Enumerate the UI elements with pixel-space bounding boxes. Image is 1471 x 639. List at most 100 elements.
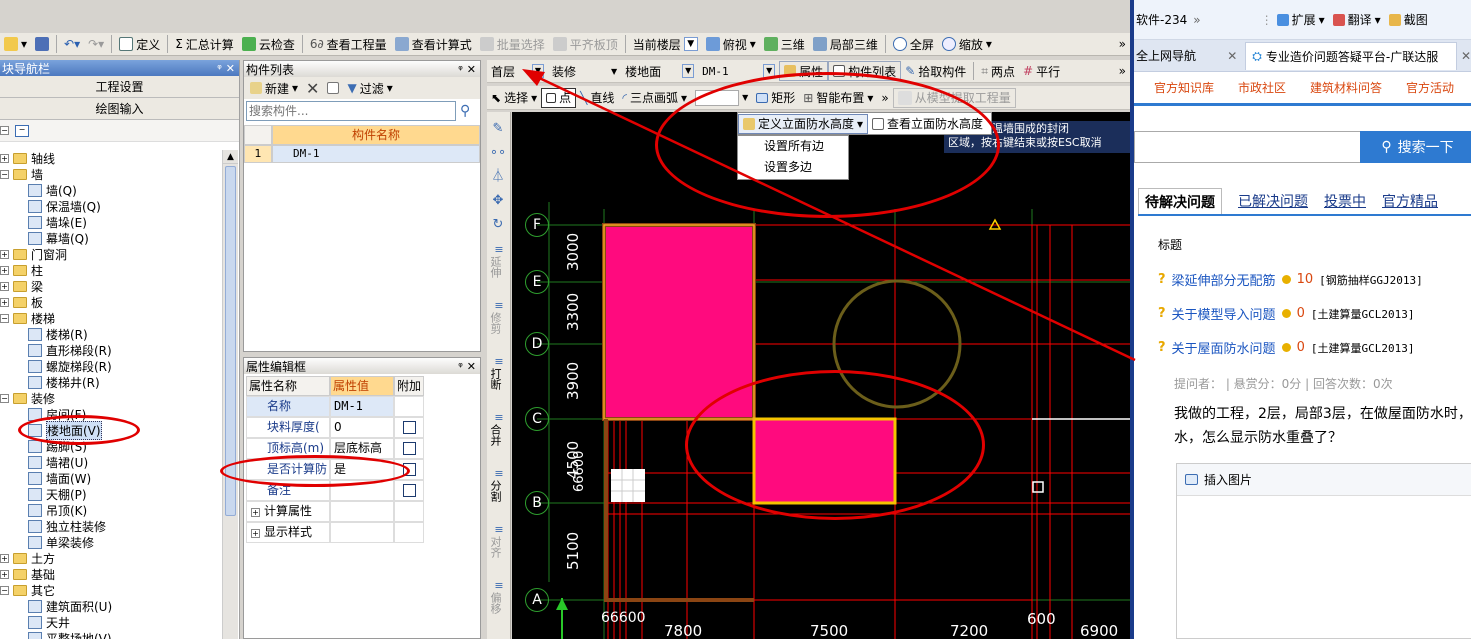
tree-leaf[interactable]: 墙垛(E) (28, 214, 87, 230)
side-tool-2[interactable]: ≡ 打断 (489, 356, 509, 391)
property-value[interactable]: 层底标高 (330, 438, 394, 459)
drawing-input-button[interactable]: 绘图输入 (0, 98, 239, 120)
shape-select[interactable]: ▼ (691, 88, 752, 108)
side-tool-0[interactable]: ≡ 延伸 (489, 244, 509, 279)
expand-all-icon[interactable]: − (0, 126, 9, 135)
tree-leaf[interactable]: 踢脚(S) (28, 438, 87, 454)
property-row[interactable]: 块料厚度(0 (246, 417, 428, 438)
property-row[interactable]: 名称 DM-1 (246, 396, 428, 417)
expand-icon[interactable]: + (251, 529, 260, 538)
side-tool-icon[interactable]: ↻ (487, 214, 509, 236)
tree-leaf[interactable]: 保温墙(Q) (28, 198, 101, 214)
screenshot-button[interactable]: 截图 (1385, 10, 1432, 30)
side-tool-icon[interactable]: ∘∘ (487, 142, 509, 164)
nav-link-0[interactable]: 官方知识库 (1154, 79, 1214, 96)
tree-folder[interactable]: − 墙 (0, 166, 43, 182)
close-icon[interactable]: ✕ (1461, 49, 1471, 63)
checkbox[interactable] (402, 463, 416, 476)
tree-leaf[interactable]: 吊顶(K) (28, 502, 87, 518)
side-tool-3[interactable]: ≡ 合并 (489, 412, 509, 447)
drawing-canvas[interactable]: FEDCBA 3000 3300 3900 4500 5100 7800 7500 7200… (512, 112, 1130, 639)
smart-layout-button[interactable]: ⊞ 智能布置 ▾ (799, 88, 877, 108)
nav-scrollbar[interactable]: ▲ (222, 150, 238, 639)
property-row[interactable]: + 计算属性 (246, 501, 428, 522)
menu-item-set-multi-edges[interactable]: 设置多边 (738, 157, 848, 178)
property-value[interactable]: 0 (330, 417, 394, 438)
open-icon[interactable]: ▾ (0, 34, 31, 54)
type-select[interactable]: 楼地面 ▼ (621, 61, 698, 81)
filter-button[interactable]: ▼ 过滤 ▾ (343, 78, 396, 98)
question-row[interactable]: ? 关于屋面防水问题 0 [土建算量GCL2013] (1158, 338, 1414, 357)
tab-active[interactable]: ⛭ 专业造价问题答疑平台-广联达服 (1245, 41, 1457, 70)
property-row[interactable]: 备注 (246, 480, 428, 501)
browser-search-input[interactable] (1134, 131, 1364, 163)
tree-leaf[interactable]: 螺旋梯段(R) (28, 358, 112, 374)
tree-folder[interactable]: − 其它 (0, 582, 55, 598)
table-row[interactable]: 1 DM-1 (244, 145, 480, 163)
insert-image-button[interactable]: 插入图片 (1204, 471, 1252, 488)
side-tool-4[interactable]: ≡ 分割 (489, 468, 509, 503)
view-waterproof-button[interactable]: 查看立面防水高度 (868, 114, 987, 134)
tree-folder[interactable]: + 柱 (0, 262, 43, 278)
search-input[interactable] (246, 101, 456, 121)
cloud-check-button[interactable]: 云检查 (238, 34, 299, 54)
chevron-right-icon[interactable]: » (1193, 13, 1200, 27)
new-button[interactable]: 新建 ▾ (246, 78, 302, 98)
component-list-button[interactable]: 构件列表 (828, 61, 902, 81)
define-waterproof-button[interactable]: 定义立面防水高度 ▾ (738, 113, 869, 134)
3d-button[interactable]: 三维 (760, 34, 809, 54)
menu-item-set-all-edges[interactable]: 设置所有边 (738, 136, 848, 157)
extract-button[interactable]: 从模型提取工程量 (892, 87, 1016, 108)
side-tool-6[interactable]: ≡ 偏移 (489, 580, 509, 615)
tree-leaf[interactable]: 楼地面(V) (28, 420, 102, 440)
property-value[interactable]: DM-1 (330, 396, 394, 417)
redo-icon[interactable]: ↷▾ (84, 34, 108, 54)
tree-leaf[interactable]: 墙(Q) (28, 182, 77, 198)
pin-icon[interactable]: ᵠ (458, 360, 463, 373)
arc-button[interactable]: ◜ 三点画弧 ▾ (618, 88, 691, 108)
line-button[interactable]: ╲ 直线 (576, 88, 618, 108)
current-floor-select[interactable]: 当前楼层 ▼ (629, 34, 702, 54)
search-icon[interactable]: ⚲ (460, 103, 470, 119)
view-formula-button[interactable]: 查看计算式 (391, 34, 476, 54)
expand-icon[interactable]: + (0, 281, 9, 291)
property-value[interactable]: 是 (330, 459, 394, 480)
attributes-button[interactable]: 属性 (779, 61, 829, 81)
property-row[interactable]: 是否计算防是 (246, 459, 428, 480)
side-tool-5[interactable]: ≡ 对齐 (489, 524, 509, 559)
tab-voting[interactable]: 投票中 (1324, 191, 1366, 211)
tree-leaf[interactable]: 幕墙(Q) (28, 230, 89, 246)
select-button[interactable]: ⬉ 选择 ▾ (487, 88, 541, 108)
expand-icon[interactable]: + (251, 508, 260, 517)
tree-leaf[interactable]: 天井 (28, 614, 70, 630)
define-button[interactable]: 定义 (115, 34, 164, 54)
tree-folder[interactable]: + 土方 (0, 550, 55, 566)
tree-folder[interactable]: + 梁 (0, 278, 43, 294)
tree-folder[interactable]: + 基础 (0, 566, 55, 582)
tab-pending[interactable]: 待解决问题 (1138, 188, 1222, 214)
tree-leaf[interactable]: 平整场地(V) (28, 630, 112, 639)
pin-icon[interactable]: ᵠ (458, 63, 463, 76)
property-row[interactable]: 顶标高(m) 层底标高 (246, 438, 428, 459)
copy-icon[interactable] (323, 78, 343, 98)
tree-leaf[interactable]: 楼梯(R) (28, 326, 88, 342)
toolbar-overflow-icon[interactable]: » (877, 88, 892, 108)
cad-drawing[interactable] (512, 112, 1130, 639)
side-tool-1[interactable]: ≡ 修剪 (489, 300, 509, 335)
side-tool-icon[interactable]: ⏃ (487, 166, 509, 188)
property-row[interactable]: + 显示样式 (246, 522, 428, 543)
close-icon[interactable]: ✕ (467, 360, 476, 373)
collapse-icon[interactable]: − (0, 393, 9, 403)
question-row[interactable]: ? 关于模型导入问题 0 [土建算量GCL2013] (1158, 304, 1414, 323)
component-select[interactable]: DM-1 ▼ (698, 61, 779, 81)
question-row[interactable]: ? 梁延伸部分无配筋 10 [钢筋抽样GGJ2013] (1158, 270, 1423, 289)
tree-leaf[interactable]: 墙裙(U) (28, 454, 88, 470)
expand-icon[interactable]: + (0, 249, 9, 259)
partial-3d-button[interactable]: 局部三维 (809, 34, 882, 54)
point-button[interactable]: 点 (541, 87, 577, 108)
property-value[interactable] (330, 480, 394, 501)
collapse-all-icon[interactable]: − (15, 124, 29, 137)
tree-leaf[interactable]: 楼梯井(R) (28, 374, 100, 390)
question-title[interactable]: 梁延伸部分无配筋 (1172, 270, 1276, 289)
pick-component-button[interactable]: ✎ 拾取构件 (901, 61, 970, 81)
